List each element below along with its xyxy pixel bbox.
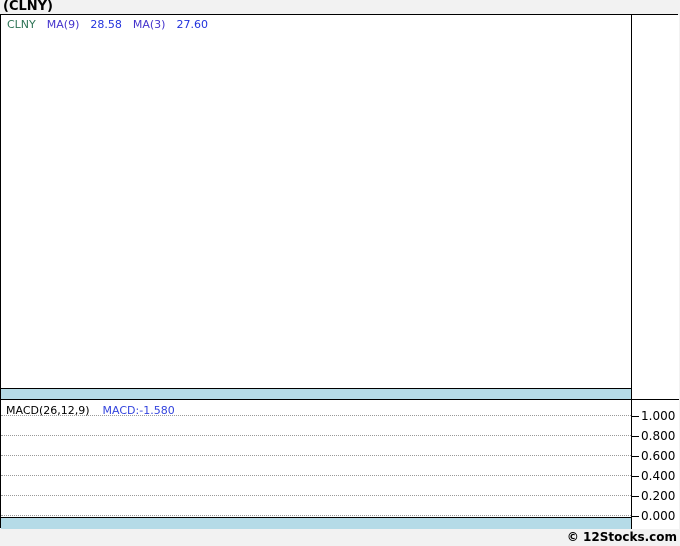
tick-mark — [632, 435, 639, 437]
y-axis-label: 0.800 — [641, 429, 676, 443]
gridline-0200 — [1, 495, 631, 496]
ma3-value: 27.60 — [176, 18, 208, 31]
ma3-label: MA(3) — [132, 18, 166, 31]
watermark-credit: © 12Stocks.com — [566, 530, 677, 544]
panel-separator-band — [1, 388, 631, 400]
ticker-symbol: CLNY — [7, 18, 36, 31]
chart-frame: CLNY MA(9) 28.58 MA(3) 27.60 MACD(26,12,… — [0, 14, 679, 529]
tick-mark — [632, 495, 639, 497]
y-axis-label: 1.000 — [641, 409, 676, 423]
gridline-0000 — [1, 515, 631, 516]
tick-mark — [632, 515, 639, 517]
y-axis-tick-row: 0.200 — [632, 489, 675, 503]
y-axis-label: 0.600 — [641, 449, 676, 463]
macd-legend: MACD(26,12,9) MACD:-1.580 — [6, 404, 175, 417]
macd-value-label: MACD:-1.580 — [102, 404, 175, 417]
gridline-0800 — [1, 435, 631, 436]
y-axis-tick-row: 0.800 — [632, 429, 675, 443]
y-axis-tick-row: 0.400 — [632, 469, 675, 483]
y-axis-label: 0.400 — [641, 469, 676, 483]
tick-mark — [632, 475, 639, 477]
y-axis-label: 0.000 — [641, 509, 676, 523]
macd-y-axis: 1.000 0.800 0.600 0.400 0.200 0.000 — [632, 399, 679, 529]
stock-chart-page: (CLNY) CLNY MA(9) 28.58 MA(3) 27.60 MACD… — [0, 0, 680, 546]
ma9-value: 28.58 — [90, 18, 122, 31]
y-axis-label: 0.200 — [641, 489, 676, 503]
y-axis-tick-row: 0.600 — [632, 449, 675, 463]
y-axis-column: 1.000 0.800 0.600 0.400 0.200 0.000 — [631, 15, 679, 529]
ma9-label: MA(9) — [46, 18, 80, 31]
gridline-0600 — [1, 455, 631, 456]
y-axis-tick-row: 0.000 — [632, 509, 675, 523]
macd-indicator-label: MACD(26,12,9) — [6, 404, 90, 417]
price-panel: CLNY MA(9) 28.58 MA(3) 27.60 — [1, 15, 631, 388]
macd-panel: MACD(26,12,9) MACD:-1.580 — [1, 400, 631, 517]
y-axis-tick-row: 1.000 — [632, 409, 675, 423]
page-title: (CLNY) — [3, 0, 54, 14]
tick-mark — [632, 455, 639, 457]
tick-mark — [632, 415, 639, 417]
gridline-0400 — [1, 475, 631, 476]
bottom-band — [1, 517, 631, 529]
price-legend: CLNY MA(9) 28.58 MA(3) 27.60 — [7, 18, 208, 31]
